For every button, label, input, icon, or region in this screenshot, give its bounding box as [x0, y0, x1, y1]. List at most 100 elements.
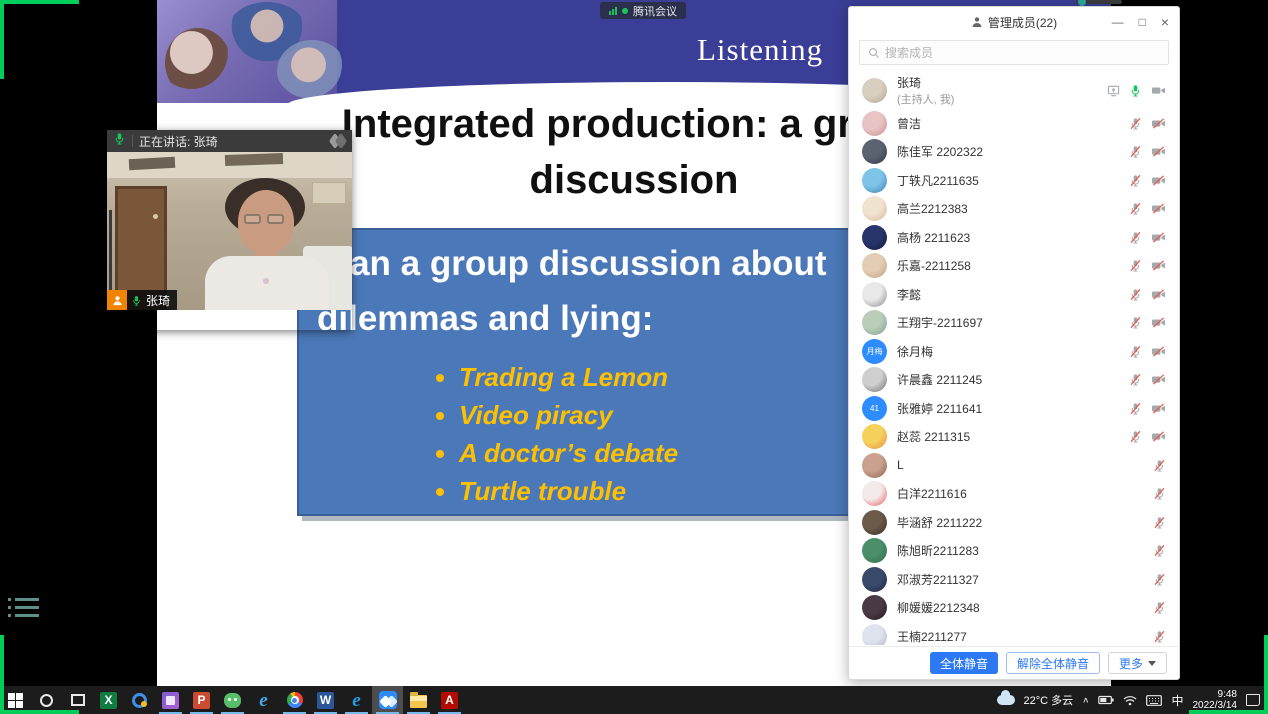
cam-muted-icon[interactable] — [1151, 430, 1166, 443]
member-row[interactable]: 白洋2211616 — [849, 480, 1179, 509]
minimize-button[interactable]: — — [1112, 16, 1124, 28]
wechat-taskbar-button[interactable] — [217, 686, 248, 714]
acrobat-taskbar-button[interactable]: A — [434, 686, 465, 714]
mic-muted-icon[interactable] — [1129, 231, 1142, 244]
edge-icon: e — [352, 691, 360, 710]
battery-icon[interactable] — [1098, 695, 1114, 705]
mic-muted-icon[interactable] — [1129, 373, 1142, 386]
cam-muted-icon[interactable] — [1151, 117, 1166, 130]
wifi-icon[interactable] — [1123, 695, 1137, 706]
chrome-taskbar-button[interactable] — [279, 686, 310, 714]
ime-indicator[interactable]: 中 — [1171, 692, 1183, 709]
recording-dot-icon — [622, 8, 628, 14]
mic-muted-icon[interactable] — [1129, 316, 1142, 329]
member-row[interactable]: 赵蕊 2211315 — [849, 423, 1179, 452]
cam-muted-icon[interactable] — [1151, 202, 1166, 215]
hidden-icons-chevron[interactable]: ∧ — [1082, 696, 1089, 705]
search-input[interactable] — [885, 46, 1160, 60]
weather-label[interactable]: 22°C 多云 — [1024, 692, 1074, 708]
cam-muted-icon[interactable] — [1151, 316, 1166, 329]
cam-icon[interactable] — [1151, 84, 1166, 97]
clock[interactable]: 9:48 2022/3/14 — [1193, 689, 1238, 711]
cam-muted-icon[interactable] — [1151, 373, 1166, 386]
member-row[interactable]: 柳媛媛2212348 — [849, 594, 1179, 623]
cam-muted-icon[interactable] — [1151, 231, 1166, 244]
member-row[interactable]: 王翔宇-2211697 — [849, 309, 1179, 338]
mic-muted-icon[interactable] — [1153, 516, 1166, 529]
member-status-icons — [1153, 459, 1166, 472]
member-row[interactable]: 许晨鑫 2211245 — [849, 366, 1179, 395]
action-center-icon[interactable] — [1246, 694, 1260, 706]
cam-muted-icon[interactable] — [1151, 259, 1166, 272]
cam-muted-icon[interactable] — [1151, 402, 1166, 415]
mic-muted-icon[interactable] — [1153, 573, 1166, 586]
mute-all-button[interactable]: 全体静音 — [930, 652, 998, 674]
member-row[interactable]: 陈旭昕2211283 — [849, 537, 1179, 566]
mic-muted-icon[interactable] — [1129, 174, 1142, 187]
mic-muted-icon[interactable] — [1129, 117, 1142, 130]
cam-muted-icon[interactable] — [1151, 288, 1166, 301]
member-row[interactable]: 高兰2212383 — [849, 195, 1179, 224]
touch-keyboard-icon[interactable] — [1146, 695, 1162, 706]
share-sidebar-toggle-icon[interactable] — [8, 598, 44, 622]
panel-titlebar[interactable]: 管理成员(22) — □ × — [849, 7, 1179, 37]
mic-muted-icon[interactable] — [1153, 601, 1166, 614]
photos-taskbar-button[interactable] — [155, 686, 186, 714]
explorer-taskbar-button[interactable] — [403, 686, 434, 714]
top-slider-control[interactable] — [1076, 0, 1122, 4]
member-row[interactable]: 月梅 徐月梅 — [849, 337, 1179, 366]
member-list[interactable]: 张琦 (主持人, 我) 曾洁 陈佳军 2202322 丁轶凡2211635 高兰… — [849, 71, 1179, 645]
mic-muted-icon[interactable] — [1153, 459, 1166, 472]
mic-muted-icon[interactable] — [1129, 430, 1142, 443]
member-name: 高兰2212383 — [897, 200, 968, 217]
member-row[interactable]: 王楠2211277 — [849, 622, 1179, 645]
member-row[interactable]: L — [849, 451, 1179, 480]
cam-muted-icon[interactable] — [1151, 345, 1166, 358]
edge-taskbar-button[interactable]: e — [341, 686, 372, 714]
mic-active-icon — [131, 295, 142, 306]
mic-muted-icon[interactable] — [1129, 345, 1142, 358]
word-taskbar-button[interactable]: W — [310, 686, 341, 714]
member-status-icons — [1153, 630, 1166, 643]
member-row[interactable]: 毕涵舒 2211222 — [849, 508, 1179, 537]
member-role: (主持人, 我) — [897, 91, 954, 107]
member-row[interactable]: 高杨 2211623 — [849, 223, 1179, 252]
powerpoint-taskbar-button[interactable]: P — [186, 686, 217, 714]
weather-cloud-icon[interactable] — [997, 695, 1015, 705]
member-row[interactable]: 李懿 — [849, 280, 1179, 309]
meeting-taskbar-button[interactable] — [372, 686, 403, 714]
member-row[interactable]: 陈佳军 2202322 — [849, 138, 1179, 167]
member-search-box[interactable] — [859, 40, 1169, 65]
mic-muted-icon[interactable] — [1129, 288, 1142, 301]
mic-muted-icon[interactable] — [1153, 630, 1166, 643]
mic-on-icon[interactable] — [1129, 84, 1142, 97]
cam-muted-icon[interactable] — [1151, 174, 1166, 187]
mic-muted-icon[interactable] — [1153, 544, 1166, 557]
member-status-icons — [1129, 202, 1166, 215]
mic-muted-icon[interactable] — [1129, 202, 1142, 215]
share-icon[interactable] — [1107, 84, 1120, 97]
member-row[interactable]: 41 张雅婷 2211641 — [849, 394, 1179, 423]
unmute-all-button[interactable]: 解除全体静音 — [1006, 652, 1100, 674]
member-row[interactable]: 丁轶凡2211635 — [849, 166, 1179, 195]
more-button[interactable]: 更多 — [1108, 652, 1167, 674]
cam-muted-icon[interactable] — [1151, 145, 1166, 158]
close-button[interactable]: × — [1161, 15, 1169, 29]
member-row[interactable]: 曾洁 — [849, 109, 1179, 138]
mic-muted-icon[interactable] — [1129, 259, 1142, 272]
member-row[interactable]: 邓淑芳2211327 — [849, 565, 1179, 594]
member-status-icons — [1153, 601, 1166, 614]
member-row[interactable]: 乐嘉-2211258 — [849, 252, 1179, 281]
member-row[interactable]: 张琦 (主持人, 我) — [849, 71, 1179, 109]
video-window-header[interactable]: 正在讲话: 张琦 — [107, 130, 352, 152]
task-view-icon — [71, 694, 85, 706]
speaker-video-window[interactable]: 正在讲话: 张琦 张琦 — [107, 130, 352, 330]
mic-muted-icon[interactable] — [1129, 402, 1142, 415]
mic-muted-icon[interactable] — [1153, 487, 1166, 500]
maximize-button[interactable]: □ — [1139, 16, 1146, 28]
mic-muted-icon[interactable] — [1129, 145, 1142, 158]
excel-taskbar-button[interactable]: X — [93, 686, 124, 714]
ie-taskbar-button[interactable]: e — [248, 686, 279, 714]
browser-ring-taskbar-button[interactable] — [124, 686, 155, 714]
meeting-status-pill[interactable]: 腾讯会议 — [600, 2, 686, 19]
